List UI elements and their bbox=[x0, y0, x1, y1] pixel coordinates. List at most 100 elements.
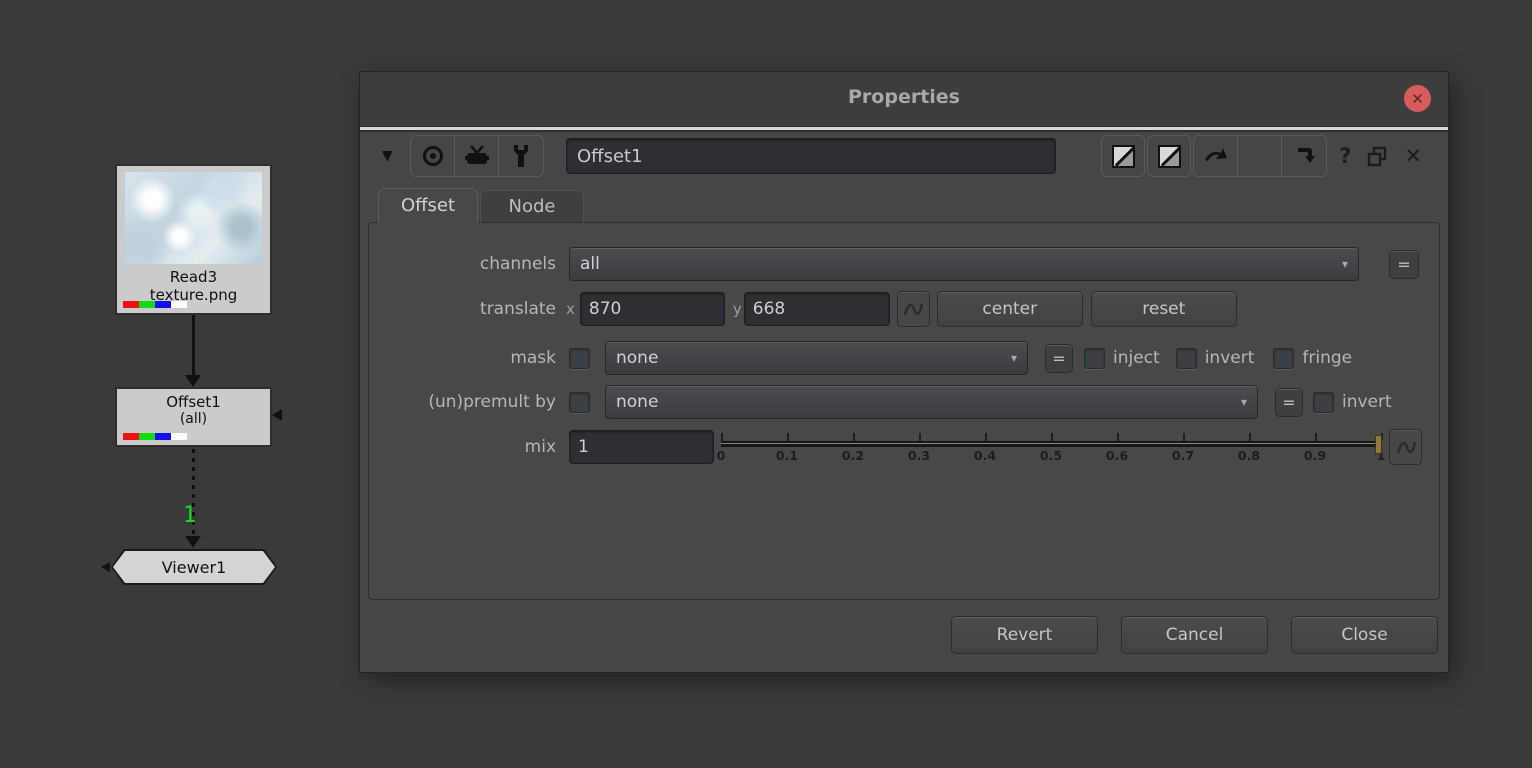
connection-read3-offset1 bbox=[192, 315, 195, 377]
viewer-input-number: 1 bbox=[183, 503, 197, 528]
mask-invert-label: invert bbox=[1204, 348, 1255, 368]
node-name-input[interactable] bbox=[566, 138, 1056, 174]
channel-green-swatch bbox=[139, 433, 155, 440]
channel-mask-button-1[interactable] bbox=[1101, 135, 1146, 177]
dialog-footer: Revert Cancel Close bbox=[951, 616, 1438, 654]
offset1-channels: (all) bbox=[179, 411, 208, 427]
properties-panel: Properties ✕ ▼ Offset1 ? ✕ Offset Node c… bbox=[360, 72, 1448, 672]
premult-dropdown[interactable]: none ▾ bbox=[605, 385, 1258, 419]
channels-equals-button[interactable]: = bbox=[1389, 249, 1419, 279]
channel-alpha-swatch bbox=[171, 301, 187, 308]
close-panel-button[interactable]: ✕ bbox=[1404, 144, 1422, 168]
no-channel-icon bbox=[1157, 144, 1181, 168]
channel-red-swatch bbox=[123, 433, 139, 440]
tick-label: 0.1 bbox=[775, 448, 799, 463]
close-button[interactable]: Close bbox=[1291, 616, 1438, 654]
premult-value: none bbox=[616, 392, 659, 412]
mix-row: mix 0 0.1 0.2 0.3 0.4 0.5 0.6 0.7 0.8 0.… bbox=[369, 429, 1439, 465]
equals-icon: = bbox=[1282, 392, 1296, 412]
channels-value: all bbox=[580, 254, 600, 274]
node-viewer1[interactable]: Viewer1 bbox=[101, 549, 277, 585]
mask-invert-checkbox[interactable] bbox=[1175, 347, 1197, 369]
translate-x-label: x bbox=[566, 300, 575, 318]
curve-icon bbox=[904, 303, 924, 316]
dropdown-triangle-icon: ▼ bbox=[382, 148, 393, 164]
tick-label: 0.2 bbox=[841, 448, 865, 463]
node-menu-button[interactable]: ▼ bbox=[374, 148, 410, 164]
inject-checkbox[interactable] bbox=[1084, 347, 1105, 369]
tab-offset[interactable]: Offset bbox=[378, 188, 478, 223]
equals-icon: = bbox=[1052, 348, 1066, 368]
question-mark-icon: ? bbox=[1339, 144, 1352, 168]
reset-button[interactable]: reset bbox=[1090, 291, 1237, 327]
mask-dropdown[interactable]: none ▾ bbox=[605, 341, 1028, 375]
channels-dropdown[interactable]: all ▾ bbox=[569, 247, 1359, 281]
translate-y-input[interactable] bbox=[743, 292, 890, 326]
chevron-down-icon: ▾ bbox=[1010, 351, 1017, 365]
no-channel-icon bbox=[1111, 144, 1135, 168]
node-toolbar: ▼ Offset1 ? ✕ bbox=[374, 133, 1434, 179]
translate-x-input[interactable] bbox=[579, 292, 725, 326]
close-icon: ✕ bbox=[1411, 89, 1424, 108]
cancel-button[interactable]: Cancel bbox=[1121, 616, 1268, 654]
slider-handle[interactable] bbox=[1375, 435, 1382, 454]
undo-arrow-icon bbox=[1204, 148, 1227, 161]
offset1-mask-input-arrow-icon[interactable] bbox=[272, 409, 282, 421]
translate-y-label: y bbox=[732, 300, 742, 318]
redo-button[interactable] bbox=[1282, 136, 1326, 176]
read3-name: Read3 bbox=[169, 268, 218, 286]
fringe-label: fringe bbox=[1302, 348, 1353, 368]
mask-equals-button[interactable]: = bbox=[1045, 343, 1073, 373]
node-offset1[interactable]: Offset1 (all) bbox=[115, 387, 272, 447]
premult-equals-button[interactable]: = bbox=[1275, 387, 1303, 417]
undo-button[interactable] bbox=[1194, 136, 1239, 176]
help-button[interactable]: ? bbox=[1339, 144, 1351, 168]
mix-input[interactable] bbox=[569, 430, 714, 464]
tick-label: 0.8 bbox=[1237, 448, 1261, 463]
node-read3[interactable]: Read3 texture.png bbox=[115, 164, 272, 315]
chevron-down-icon: ▾ bbox=[1341, 257, 1348, 271]
channel-mask-button-2[interactable] bbox=[1147, 135, 1192, 177]
monitor-output-button[interactable] bbox=[455, 136, 499, 176]
translate-animation-button[interactable] bbox=[896, 291, 930, 327]
connection-arrowhead-icon bbox=[185, 536, 201, 548]
revert-button[interactable]: Revert bbox=[951, 616, 1098, 654]
read3-thumbnail bbox=[125, 172, 262, 264]
tab-node[interactable]: Node bbox=[480, 190, 584, 223]
read3-channel-strip bbox=[123, 301, 187, 308]
connection-arrowhead-icon bbox=[185, 375, 201, 387]
tick-label: 0.6 bbox=[1105, 448, 1129, 463]
viewer1-body: Viewer1 bbox=[113, 551, 275, 583]
mask-value: none bbox=[616, 348, 659, 368]
properties-titlebar[interactable]: Properties ✕ bbox=[360, 72, 1448, 126]
mask-enable-checkbox[interactable] bbox=[569, 347, 590, 369]
window-close-button[interactable]: ✕ bbox=[1404, 85, 1431, 112]
mask-row: mask none ▾ = inject invert fringe bbox=[369, 341, 1439, 375]
channel-alpha-swatch bbox=[171, 433, 187, 440]
mask-label: mask bbox=[510, 348, 556, 368]
nuke-workspace: Read3 texture.png Offset1 (all) 1 Viewer… bbox=[0, 0, 1532, 768]
tick-label: 0 bbox=[716, 448, 726, 463]
node-settings-button[interactable] bbox=[499, 136, 543, 176]
tick-label: 0.7 bbox=[1171, 448, 1195, 463]
viewer1-input-arrow-icon bbox=[101, 562, 110, 572]
channels-label: channels bbox=[479, 254, 556, 274]
center-button[interactable]: center bbox=[936, 291, 1083, 327]
fringe-checkbox[interactable] bbox=[1273, 347, 1295, 369]
premult-enable-checkbox[interactable] bbox=[569, 391, 590, 413]
undo-redo-group bbox=[1193, 135, 1328, 177]
mix-slider[interactable]: 0 0.1 0.2 0.3 0.4 0.5 0.6 0.7 0.8 0.9 1 bbox=[717, 430, 1385, 464]
equals-icon: = bbox=[1397, 254, 1411, 274]
float-panel-button[interactable] bbox=[1367, 146, 1388, 167]
mix-label: mix bbox=[524, 437, 556, 457]
window-title: Properties bbox=[848, 86, 960, 108]
slider-track bbox=[721, 441, 1381, 447]
center-view-button[interactable] bbox=[411, 136, 455, 176]
history-blank-button[interactable] bbox=[1238, 136, 1283, 176]
viewer1-name: Viewer1 bbox=[161, 557, 227, 577]
curve-icon bbox=[1396, 441, 1416, 454]
channel-red-swatch bbox=[123, 301, 139, 308]
mix-animation-button[interactable] bbox=[1389, 429, 1422, 465]
premult-invert-checkbox[interactable] bbox=[1313, 391, 1334, 413]
premult-invert-label: invert bbox=[1342, 392, 1392, 412]
